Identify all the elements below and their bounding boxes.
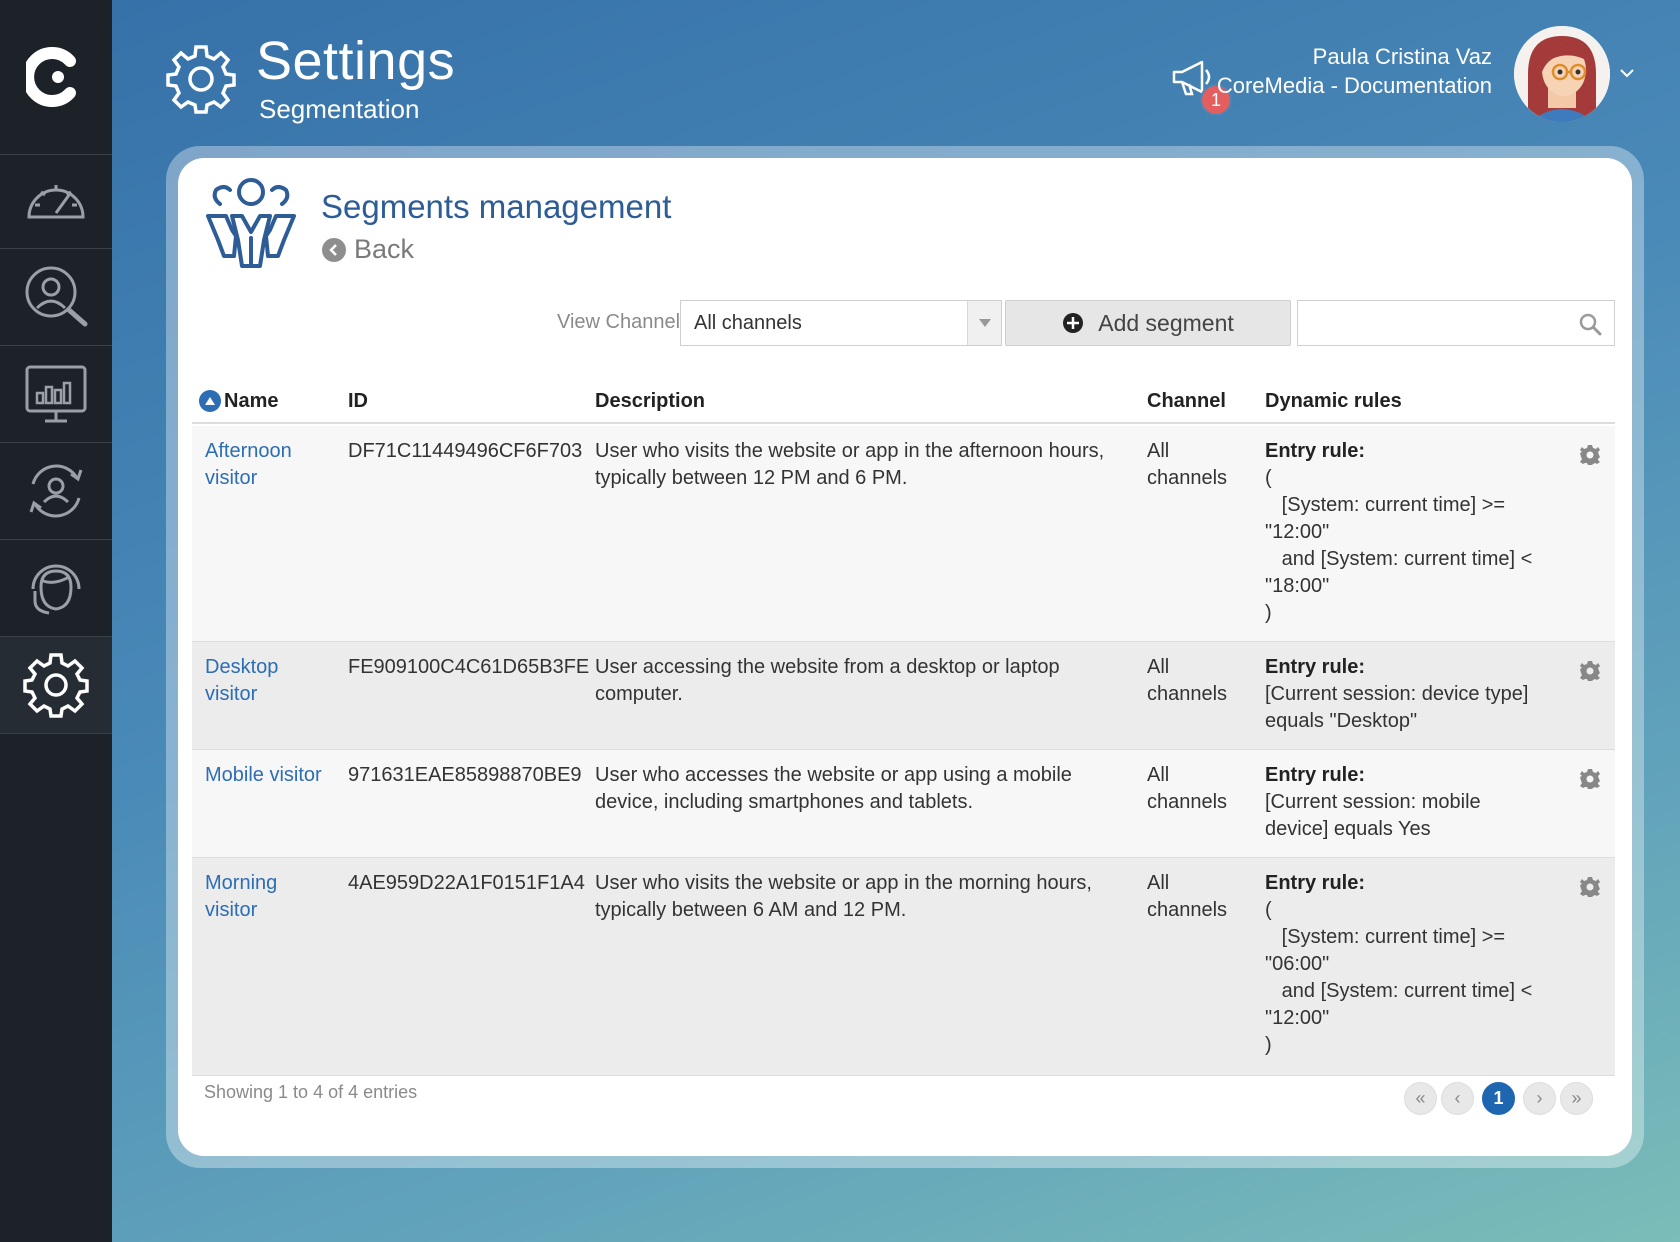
support-agent-icon <box>31 564 81 615</box>
segment-rules: Entry rule: ( [System: current time] >= "… <box>1265 870 1535 1059</box>
avatar-illustration-icon <box>1514 26 1610 122</box>
segment-rules: Entry rule: [Current session: device type… <box>1265 654 1535 735</box>
rule-label: Entry rule: <box>1265 764 1366 786</box>
caret-down-icon <box>967 301 1001 345</box>
row-settings-gear-icon[interactable] <box>1579 768 1601 790</box>
segment-name-link[interactable]: Afternoon visitor <box>205 438 335 492</box>
page-title: Settings <box>256 31 456 91</box>
search-box <box>1297 300 1615 346</box>
entries-summary: Showing 1 to 4 of 4 entries <box>204 1082 418 1102</box>
sidebar <box>0 0 112 1242</box>
column-id[interactable]: ID <box>348 378 368 424</box>
first-page-button[interactable]: « <box>1404 1082 1437 1115</box>
table-row: Desktop visitor FE909100C4C61D65B3FE Use… <box>192 642 1615 750</box>
segment-description: User who accesses the website or app usi… <box>595 764 1072 813</box>
segment-channel: All channels <box>1147 656 1228 705</box>
segment-description: User who visits the website or app in th… <box>595 440 1105 489</box>
segment-description: User who visits the website or app in th… <box>595 872 1092 921</box>
nav-user-search[interactable] <box>0 249 112 346</box>
segment-description: User accessing the website from a deskto… <box>595 656 1060 705</box>
nav-settings[interactable] <box>0 637 112 734</box>
prev-page-button[interactable]: ‹ <box>1441 1082 1474 1115</box>
avatar[interactable] <box>1514 26 1610 122</box>
segments-group-icon <box>206 178 296 268</box>
segment-id: 971631EAE85898870BE9 <box>348 764 582 786</box>
plus-circle-icon <box>1063 313 1084 333</box>
row-settings-gear-icon[interactable] <box>1579 444 1601 466</box>
search-input[interactable] <box>1298 301 1568 345</box>
segment-channel: All channels <box>1147 440 1228 489</box>
rule-label: Entry rule: <box>1265 440 1366 462</box>
nav-dashboard[interactable] <box>0 155 112 249</box>
channel-select-value: All channels <box>694 311 802 334</box>
analytics-monitor-icon <box>25 365 87 423</box>
chevron-left-icon <box>322 237 346 262</box>
segment-id: DF71C11449496CF6F703 <box>348 440 583 462</box>
table-row: Morning visitor 4AE959D22A1F0151F1A4 Use… <box>192 858 1615 1076</box>
segment-channel: All channels <box>1147 872 1228 921</box>
settings-header-gear-icon <box>166 45 236 114</box>
user-name: Paula Cristina Vaz <box>1312 44 1492 69</box>
rule-label: Entry rule: <box>1265 656 1366 678</box>
segment-channel: All channels <box>1147 764 1228 813</box>
rule-text: ( [System: current time] >= "12:00" and … <box>1265 467 1533 624</box>
column-dynamic-rules[interactable]: Dynamic rules <box>1265 378 1402 424</box>
dashboard-gauge-icon <box>27 184 85 218</box>
segment-name-link[interactable]: Mobile visitor <box>205 762 335 789</box>
column-name[interactable]: Name <box>199 378 278 424</box>
search-icon[interactable] <box>1578 312 1602 336</box>
column-description[interactable]: Description <box>595 378 705 424</box>
segment-name-link[interactable]: Morning visitor <box>205 870 335 924</box>
segment-id: 4AE959D22A1F0151F1A4 <box>348 872 585 894</box>
view-channel-label: View Channel: <box>557 311 686 333</box>
table-row: Mobile visitor 971631EAE85898870BE9 User… <box>192 750 1615 858</box>
segment-id: FE909100C4C61D65B3FE <box>348 656 590 678</box>
row-settings-gear-icon[interactable] <box>1579 660 1601 682</box>
row-settings-gear-icon[interactable] <box>1579 876 1601 898</box>
gear-icon <box>23 653 89 718</box>
segment-rules: Entry rule: ( [System: current time] >= "… <box>1265 438 1535 627</box>
nav-analytics[interactable] <box>0 346 112 443</box>
back-label: Back <box>354 234 415 264</box>
user-organization: CoreMedia - Documentation <box>1216 73 1492 98</box>
add-segment-label: Add segment <box>1098 309 1234 336</box>
page-subtitle: Segmentation <box>259 94 420 124</box>
user-cycle-icon <box>29 464 83 518</box>
coremedia-logo[interactable] <box>0 0 112 155</box>
user-search-icon <box>25 266 88 327</box>
current-page-button[interactable]: 1 <box>1482 1082 1515 1115</box>
rule-label: Entry rule: <box>1265 872 1366 894</box>
nav-user-cycle[interactable] <box>0 443 112 540</box>
rule-text: ( [System: current time] >= "06:00" and … <box>1265 899 1533 1056</box>
card-title: Segments management <box>321 188 672 225</box>
column-name-label: Name <box>224 389 279 412</box>
table-row: Afternoon visitor DF71C11449496CF6F703 U… <box>192 426 1615 642</box>
rule-text: [Current session: mobile device] equals … <box>1265 791 1487 840</box>
pagination: « ‹ 1 › » <box>1404 1082 1593 1115</box>
next-page-button[interactable]: › <box>1523 1082 1556 1115</box>
table-header: Name ID Description Channel Dynamic rule… <box>192 378 1615 424</box>
segments-table: Name ID Description Channel Dynamic rule… <box>192 378 1615 1076</box>
back-link[interactable]: Back <box>322 234 414 265</box>
column-channel[interactable]: Channel <box>1147 378 1226 424</box>
channel-select[interactable]: All channels <box>680 300 1002 346</box>
last-page-button[interactable]: » <box>1560 1082 1593 1115</box>
segment-rules: Entry rule: [Current session: mobile devi… <box>1265 762 1535 843</box>
sort-ascending-icon[interactable] <box>199 390 221 412</box>
chevron-down-icon[interactable] <box>1616 62 1638 84</box>
add-segment-button[interactable]: Add segment <box>1005 300 1291 346</box>
nav-support[interactable] <box>0 540 112 637</box>
rule-text: [Current session: device type] equals "D… <box>1265 683 1535 732</box>
segment-name-link[interactable]: Desktop visitor <box>205 654 335 708</box>
coremedia-logo-icon <box>26 47 76 107</box>
